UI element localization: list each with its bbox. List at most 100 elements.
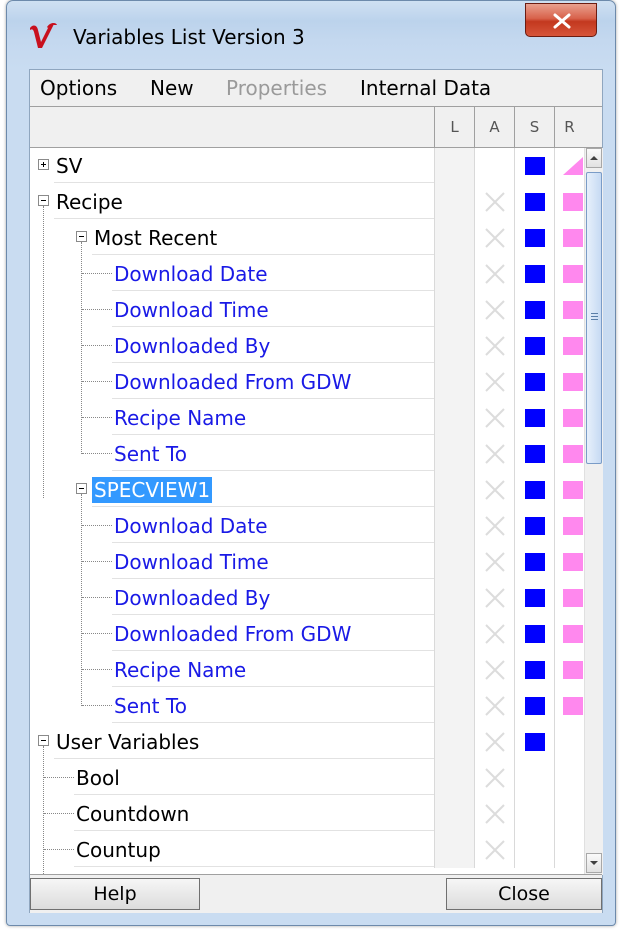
minus-box-icon[interactable] [38,735,49,746]
tree-item-label[interactable]: User Variables [54,729,201,755]
tree-row[interactable]: Sent To [30,688,602,724]
cell-r[interactable] [554,832,584,868]
cell-s[interactable] [514,472,554,508]
tree-row[interactable]: Recipe [30,184,602,220]
minus-box-icon[interactable] [76,231,87,242]
help-button[interactable]: Help [30,878,200,910]
tree-row[interactable]: Bool [30,760,602,796]
tree-item-label[interactable]: Recipe Name [112,657,248,683]
tree-item-label[interactable]: SPECVIEW1 [92,477,213,503]
cell-s[interactable] [514,580,554,616]
cell-r[interactable] [554,400,584,436]
cell-a[interactable] [474,220,514,256]
cell-a[interactable] [474,256,514,292]
menu-new[interactable]: New [150,76,194,100]
cell-a[interactable] [474,364,514,400]
scroll-down-button[interactable] [586,853,602,873]
cell-s[interactable] [514,832,554,868]
cell-a[interactable] [474,184,514,220]
cell-r[interactable] [554,364,584,400]
cell-s[interactable] [514,616,554,652]
cell-a[interactable] [474,652,514,688]
cell-a[interactable] [474,328,514,364]
cell-a[interactable] [474,544,514,580]
cell-a[interactable] [474,508,514,544]
tree-row[interactable]: Download Time [30,544,602,580]
cell-s[interactable] [514,148,554,184]
tree-row[interactable]: Countup [30,832,602,868]
cell-s[interactable] [514,436,554,472]
vertical-scrollbar[interactable] [584,148,603,875]
tree-row[interactable]: Downloaded From GDW [30,616,602,652]
cell-s[interactable] [514,652,554,688]
tree-row[interactable]: Sent To [30,436,602,472]
cell-r[interactable] [554,220,584,256]
cell-a[interactable] [474,724,514,760]
cell-s[interactable] [514,724,554,760]
cell-s[interactable] [514,544,554,580]
tree-row[interactable]: Downloaded From GDW [30,364,602,400]
header-name-column[interactable] [30,107,434,147]
cell-s[interactable] [514,184,554,220]
cell-r[interactable] [554,148,584,184]
cell-r[interactable] [554,760,584,796]
cell-r[interactable] [554,796,584,832]
tree-item-label[interactable]: Downloaded From GDW [112,621,353,647]
cell-r[interactable] [554,652,584,688]
cell-s[interactable] [514,400,554,436]
tree-item-label[interactable]: Downloaded From GDW [112,369,353,395]
tree-item-label[interactable]: Most Recent [92,225,219,251]
tree-item-label[interactable]: Download Time [112,297,271,323]
menu-options[interactable]: Options [40,76,117,100]
cell-r[interactable] [554,292,584,328]
cell-s[interactable] [514,364,554,400]
header-a[interactable]: A [474,107,514,147]
menu-properties[interactable]: Properties [226,76,327,100]
tree-row[interactable]: Recipe Name [30,652,602,688]
cell-a[interactable] [474,400,514,436]
cell-a[interactable] [474,472,514,508]
close-button[interactable]: Close [446,878,602,910]
tree-row[interactable]: Recipe Name [30,400,602,436]
header-r[interactable]: R [554,107,584,147]
tree-row[interactable]: User Variables [30,724,602,760]
cell-r[interactable] [554,508,584,544]
tree-item-label[interactable]: Recipe Name [112,405,248,431]
scroll-thumb[interactable] [586,172,602,464]
cell-s[interactable] [514,220,554,256]
tree-item-label[interactable]: Download Date [112,513,270,539]
tree-row[interactable]: Download Time [30,292,602,328]
cell-r[interactable] [554,256,584,292]
tree-item-label[interactable]: Downloaded By [112,585,272,611]
header-s[interactable]: S [514,107,554,147]
tree-row[interactable]: SV [30,148,602,184]
cell-r[interactable] [554,436,584,472]
cell-a[interactable] [474,580,514,616]
cell-a[interactable] [474,688,514,724]
cell-a[interactable] [474,796,514,832]
title-bar[interactable]: Variables List Version 3 [7,1,615,69]
cell-a[interactable] [474,832,514,868]
cell-s[interactable] [514,760,554,796]
cell-a[interactable] [474,436,514,472]
tree-item-label[interactable]: Bool [74,765,122,791]
plus-box-icon[interactable] [38,159,49,170]
menu-internal-data[interactable]: Internal Data [360,76,491,100]
cell-r[interactable] [554,544,584,580]
tree-item-label[interactable]: SV [54,153,84,179]
tree-row[interactable]: Download Date [30,508,602,544]
tree-item-label[interactable]: Download Time [112,549,271,575]
cell-s[interactable] [514,796,554,832]
cell-s[interactable] [514,508,554,544]
cell-a[interactable] [474,616,514,652]
cell-a[interactable] [474,148,514,184]
cell-s[interactable] [514,688,554,724]
window-close-button[interactable] [525,3,597,37]
tree-row[interactable]: Downloaded By [30,580,602,616]
header-l[interactable]: L [434,107,474,147]
cell-s[interactable] [514,292,554,328]
tree-row[interactable]: Most Recent [30,220,602,256]
tree-item-label[interactable]: Countup [74,837,163,863]
tree-item-label[interactable]: Downloaded By [112,333,272,359]
minus-box-icon[interactable] [38,195,49,206]
